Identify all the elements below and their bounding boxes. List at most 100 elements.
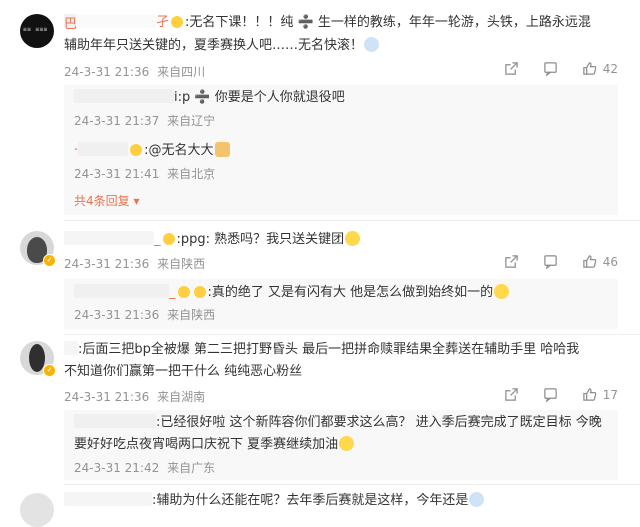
like-count: 17 [602, 387, 618, 402]
comment-location: 来自湖南 [157, 390, 206, 404]
commenter-name-blurred [64, 341, 78, 355]
reply-location: 来自广东 [167, 461, 216, 475]
cheering-emoji-icon [339, 436, 355, 451]
sweat-emoji-icon [469, 492, 485, 507]
grin-emoji-icon [345, 231, 361, 246]
fan-badge-icon [171, 16, 184, 28]
comment-text: :辅助为什么还能在呢？去年季后赛就是这样，今年还是 [64, 490, 618, 511]
reply-date: 24-3-31 21:41 [74, 167, 160, 181]
reply-box: _ :真的绝了 又是有闪有大 他是怎么做到始终如一的 24-3-31 21:36 … [64, 279, 618, 329]
comment-actions: 46 [480, 254, 618, 269]
comment-4: :辅助为什么还能在呢？去年季后赛就是这样，今年还是 [0, 485, 640, 527]
share-icon [504, 388, 518, 401]
like-button[interactable]: 17 [582, 387, 618, 402]
share-icon [504, 255, 518, 268]
comment-icon [543, 62, 557, 76]
comment-1: ≡≡ ≡≡≡ 巴 孑 :无名下课！！！纯 ➗ 生一样的教练，年年一轮游，头铁，上路永… [0, 0, 640, 225]
fan-badge-icon [162, 233, 175, 245]
comment-date: 24-3-31 21:36 [64, 65, 150, 79]
reply-2-meta: 24-3-31 21:41 来自北京 [74, 165, 215, 182]
comment-body-2: 不知道你们赢第一把干什么 纯纯恶心粉丝 [64, 364, 303, 379]
reply-name-tail[interactable]: i:p [174, 90, 190, 105]
reply-body: :@无名大大 [144, 143, 214, 158]
comment-date: 24-3-31 21:36 [64, 390, 150, 404]
reply-body: ➗ 你要是个人你就退役吧 [194, 90, 345, 105]
reply-1-text: _ :真的绝了 又是有闪有大 他是怎么做到始终如一的 [74, 282, 608, 303]
commenter-name-tail[interactable]: _ [154, 232, 161, 247]
reply-1-meta: 24-3-31 21:37 来自辽宁 [74, 112, 215, 129]
share-icon [504, 62, 518, 75]
thumbs-up-icon [582, 255, 597, 268]
laughing-emoji-icon [494, 284, 510, 299]
share-button[interactable] [504, 387, 519, 402]
reply-location: 来自辽宁 [167, 114, 216, 128]
reply-1-meta: 24-3-31 21:36 来自陕西 [74, 306, 215, 323]
comment-location: 来自四川 [157, 65, 206, 79]
reply-name-blurred [74, 284, 169, 298]
commenter-name-tail[interactable]: 孑 [156, 15, 169, 30]
comment-button[interactable] [543, 387, 558, 402]
thumbs-up-emoji-icon [214, 142, 230, 157]
reply-date: 24-3-31 21:42 [74, 461, 160, 475]
comment-button[interactable] [543, 254, 558, 269]
thumbs-up-icon [582, 62, 597, 75]
like-count: 46 [602, 254, 618, 269]
comment-location: 来自陕西 [157, 257, 206, 271]
comment-body: :ppg: 熟悉吗？我只送关键团 [176, 232, 345, 247]
comment-meta: 24-3-31 21:36 来自陕西 [64, 255, 205, 272]
like-count: 42 [602, 61, 618, 76]
verified-badge-icon: ✓ [43, 364, 56, 377]
divider [64, 220, 640, 221]
reply-2-text: ·:@无名大大 [74, 140, 608, 161]
reply-1-meta: 24-3-31 21:42 来自广东 [74, 459, 215, 476]
comment-actions: 42 [480, 61, 618, 76]
comment-text: _ :ppg: 熟悉吗？我只送关键团 [64, 229, 618, 250]
comment-meta: 24-3-31 21:36 来自四川 [64, 63, 205, 80]
fan-badge-icon [130, 144, 143, 156]
commenter-name-blurred [64, 492, 152, 506]
chevron-down-icon: ▾ [133, 194, 140, 208]
comment-text: :后面三把bp全被爆 第二三把打野昏头 最后一把拼命赎罪结果全葬送在辅助手里 哈… [64, 339, 618, 360]
reply-date: 24-3-31 21:36 [74, 308, 160, 322]
crying-emoji-icon [364, 37, 380, 52]
fan-badge-icon [177, 286, 190, 298]
vip-badge-icon [193, 286, 206, 298]
comment-body: :无名下课！！！纯 ➗ 生一样的教练，年年一轮游，头铁，上路永远混 [185, 15, 591, 30]
commenter-name[interactable]: 巴 [64, 14, 77, 32]
reply-name-blurred [74, 414, 156, 428]
more-replies-link[interactable]: 共4条回复 ▾ [74, 192, 140, 209]
comment-icon [543, 388, 557, 402]
reply-1-text: i:p ➗ 你要是个人你就退役吧 [74, 87, 608, 108]
commenter-name-blurred [64, 231, 154, 245]
share-button[interactable] [504, 254, 519, 269]
reply-date: 24-3-31 21:37 [74, 114, 160, 128]
comment-actions: 17 [480, 387, 618, 402]
avatar[interactable]: ≡≡ ≡≡≡ [20, 14, 54, 48]
reply-name-blurred [74, 89, 174, 103]
comment-text-line2: 辅助年年只送关键的，夏季赛换人吧……无名快滚！ [64, 35, 618, 56]
comment-body: :辅助为什么还能在呢？去年季后赛就是这样，今年还是 [152, 493, 469, 508]
reply-1-text-line2: 要好好吃点夜宵喝两口庆祝下 夏季赛继续加油 [74, 434, 608, 455]
reply-body: :真的绝了 又是有闪有大 他是怎么做到始终如一的 [207, 285, 494, 300]
reply-1-text: :已经很好啦 这个新阵容你们都要求这么高？ 进入季后赛完成了既定目标 今晚 [74, 412, 608, 433]
avatar-logo-text: ≡≡ ≡≡≡ [23, 26, 48, 33]
reply-location: 来自陕西 [167, 308, 216, 322]
comment-date: 24-3-31 21:36 [64, 257, 150, 271]
like-button[interactable]: 42 [582, 61, 618, 76]
reply-box: :已经很好啦 这个新阵容你们都要求这么高？ 进入季后赛完成了既定目标 今晚 要好… [64, 410, 618, 480]
reply-box: i:p ➗ 你要是个人你就退役吧 24-3-31 21:37 来自辽宁 ·:@无… [64, 85, 618, 215]
verified-badge-icon: ✓ [43, 254, 56, 267]
reply-location: 来自北京 [167, 167, 216, 181]
thumbs-up-icon [582, 388, 597, 401]
like-button[interactable]: 46 [582, 254, 618, 269]
share-button[interactable] [504, 61, 519, 76]
comment-text-line2: 不知道你们赢第一把干什么 纯纯恶心粉丝 [64, 361, 618, 382]
comment-2: ✓ _ :ppg: 熟悉吗？我只送关键团 24-3-31 21:36 来自陕西 4… [0, 225, 640, 335]
avatar[interactable] [20, 493, 54, 527]
more-replies-label: 共4条回复 [74, 194, 130, 208]
reply-name-blurred [78, 142, 129, 156]
comment-body-2: 辅助年年只送关键的，夏季赛换人吧……无名快滚！ [64, 38, 364, 53]
reply-body: :已经很好啦 这个新阵容你们都要求这么高？ 进入季后赛完成了既定目标 今晚 [156, 415, 602, 430]
reply-name-tail[interactable]: _ [169, 285, 176, 300]
comment-button[interactable] [543, 61, 558, 76]
